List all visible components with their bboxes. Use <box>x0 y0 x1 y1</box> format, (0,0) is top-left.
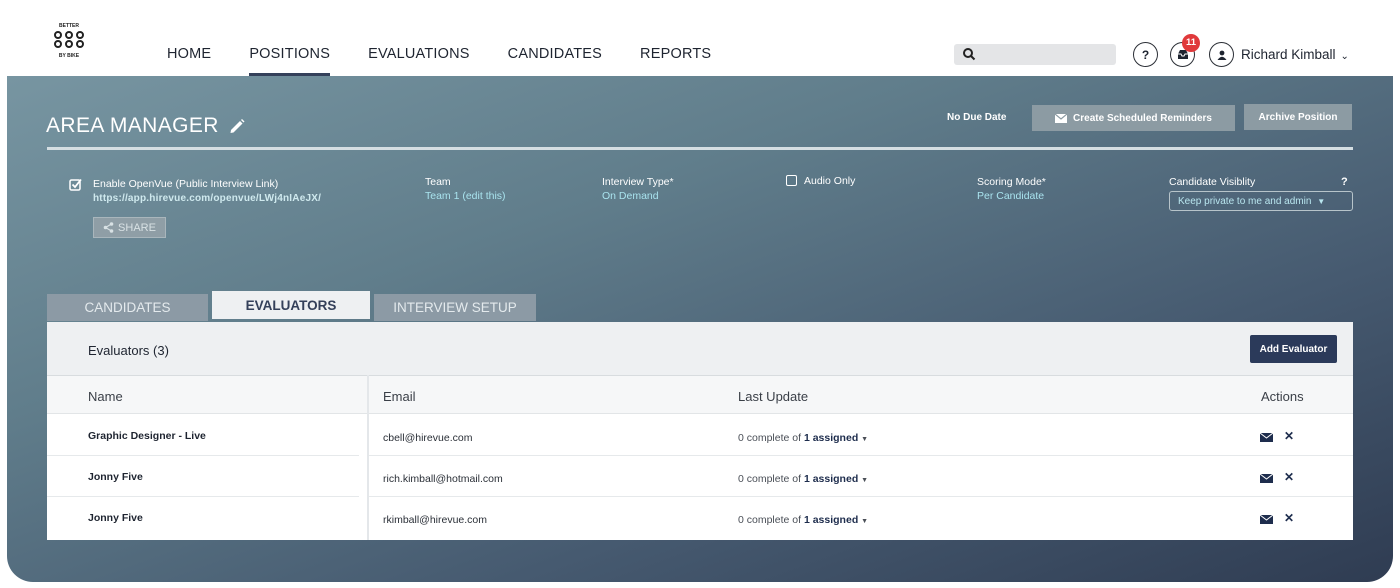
openvue-link[interactable]: https://app.hirevue.com/openvue/LWj4nIAe… <box>93 193 321 204</box>
brand-logo[interactable]: BETTER BY BIKE <box>47 19 91 63</box>
visibility-label: Candidate Visiblity <box>1169 176 1256 188</box>
audio-only-label: Audio Only <box>804 175 856 187</box>
title-divider <box>47 147 1353 150</box>
chevron-down-icon: ▼ <box>1317 197 1326 206</box>
interview-type-label: Interview Type* <box>602 176 674 188</box>
evaluator-name: Jonny Five <box>88 471 143 483</box>
caret-down-icon: ▼ <box>861 477 869 484</box>
evaluator-email: cbell@hirevue.com <box>383 432 473 444</box>
pencil-icon[interactable] <box>228 117 246 135</box>
top-header: BETTER BY BIKE HOME POSITIONS EVALUATION… <box>7 8 1393 76</box>
evaluator-name: Jonny Five <box>88 512 143 524</box>
evaluator-email: rkimball@hirevue.com <box>383 514 488 526</box>
column-header-last-update[interactable]: Last Update <box>738 389 808 404</box>
archive-position-button[interactable]: Archive Position <box>1244 104 1352 130</box>
main-nav: HOME POSITIONS EVALUATIONS CANDIDATES RE… <box>167 8 749 76</box>
user-avatar[interactable] <box>1209 42 1234 67</box>
team-value[interactable]: Team 1 (edit this) <box>425 190 506 202</box>
envelope-icon <box>1055 113 1068 123</box>
nav-positions[interactable]: POSITIONS <box>249 8 330 76</box>
assigned-text: 1 assigned <box>803 432 859 444</box>
position-title-wrap: AREA MANAGER <box>46 114 246 138</box>
user-name: Richard Kimball <box>1241 47 1336 62</box>
app-window: BETTER BY BIKE HOME POSITIONS EVALUATION… <box>7 8 1393 582</box>
column-header-actions: Actions <box>1261 389 1304 404</box>
svg-text:BY BIKE: BY BIKE <box>59 53 80 59</box>
create-reminders-button[interactable]: Create Scheduled Reminders <box>1032 105 1235 131</box>
caret-down-icon: ▼ <box>861 518 869 525</box>
column-header-email[interactable]: Email <box>383 389 416 404</box>
nav-candidates[interactable]: CANDIDATES <box>508 8 602 76</box>
tab-candidates[interactable]: CANDIDATES <box>47 294 208 321</box>
search-input[interactable] <box>954 44 1116 65</box>
table-row: Jonny Five rich.kimball@hotmail.com 0 co… <box>47 456 1353 497</box>
team-label: Team <box>425 176 451 188</box>
scoring-mode-value[interactable]: Per Candidate <box>977 190 1044 202</box>
search-icon <box>963 48 976 61</box>
assignment-status[interactable]: 0 complete of 1 assigned ▼ <box>738 473 868 485</box>
evaluators-heading: Evaluators (3) <box>88 343 169 358</box>
assigned-text: 1 assigned <box>803 514 859 526</box>
email-evaluator-icon[interactable] <box>1260 515 1273 524</box>
visibility-select-value: Keep private to me and admin <box>1178 196 1312 207</box>
user-icon <box>1217 50 1226 60</box>
visibility-help-icon[interactable]: ? <box>1341 176 1348 188</box>
position-title: AREA MANAGER <box>46 114 219 137</box>
table-header: Name Email Last Update Actions <box>47 375 1353 414</box>
add-evaluator-button[interactable]: Add Evaluator <box>1250 335 1337 363</box>
assigned-text: 1 assigned <box>803 473 859 485</box>
assignment-status[interactable]: 0 complete of 1 assigned ▼ <box>738 432 868 444</box>
remove-evaluator-icon[interactable]: ✕ <box>1284 511 1294 525</box>
complete-text: 0 complete of <box>738 514 804 526</box>
complete-text: 0 complete of <box>738 432 804 444</box>
scoring-mode-label: Scoring Mode* <box>977 176 1046 188</box>
audio-only-checkbox[interactable] <box>786 175 797 186</box>
assignment-status[interactable]: 0 complete of 1 assigned ▼ <box>738 514 868 526</box>
share-label: SHARE <box>118 221 156 234</box>
share-button[interactable]: SHARE <box>93 217 166 238</box>
visibility-select[interactable]: Keep private to me and admin ▼ <box>1169 191 1353 211</box>
share-icon <box>103 222 114 233</box>
interview-type-value[interactable]: On Demand <box>602 190 659 202</box>
complete-text: 0 complete of <box>738 473 804 485</box>
notification-count-badge: 11 <box>1182 34 1200 52</box>
tab-interview-setup[interactable]: INTERVIEW SETUP <box>374 294 536 321</box>
help-button[interactable]: ? <box>1133 42 1158 67</box>
nav-home[interactable]: HOME <box>167 8 211 76</box>
remove-evaluator-icon[interactable]: ✕ <box>1284 429 1294 443</box>
nav-reports[interactable]: REPORTS <box>640 8 711 76</box>
column-header-name[interactable]: Name <box>88 389 123 404</box>
nav-evaluations[interactable]: EVALUATIONS <box>368 8 470 76</box>
evaluator-name: Graphic Designer - Live <box>88 430 206 442</box>
due-date-text: No Due Date <box>947 112 1007 123</box>
chevron-down-icon: ⌄ <box>1340 51 1349 62</box>
user-menu[interactable]: Richard Kimball ⌄ <box>1241 47 1349 62</box>
evaluator-email: rich.kimball@hotmail.com <box>383 473 503 485</box>
create-reminders-label: Create Scheduled Reminders <box>1073 112 1212 124</box>
svg-text:BETTER: BETTER <box>59 23 79 29</box>
openvue-label: Enable OpenVue (Public Interview Link) <box>93 178 279 190</box>
email-evaluator-icon[interactable] <box>1260 474 1273 483</box>
email-evaluator-icon[interactable] <box>1260 433 1273 442</box>
openvue-checkbox-icon[interactable] <box>69 178 82 191</box>
remove-evaluator-icon[interactable]: ✕ <box>1284 470 1294 484</box>
tab-evaluators[interactable]: EVALUATORS <box>212 291 370 319</box>
caret-down-icon: ▼ <box>861 436 869 443</box>
panel-header: Evaluators (3) Add Evaluator <box>47 322 1353 375</box>
table-row: Jonny Five rkimball@hirevue.com 0 comple… <box>47 497 1353 538</box>
table-row: Graphic Designer - Live cbell@hirevue.co… <box>47 415 1353 456</box>
evaluators-panel: Evaluators (3) Add Evaluator Name Email … <box>47 322 1353 540</box>
help-icon: ? <box>1141 47 1150 62</box>
